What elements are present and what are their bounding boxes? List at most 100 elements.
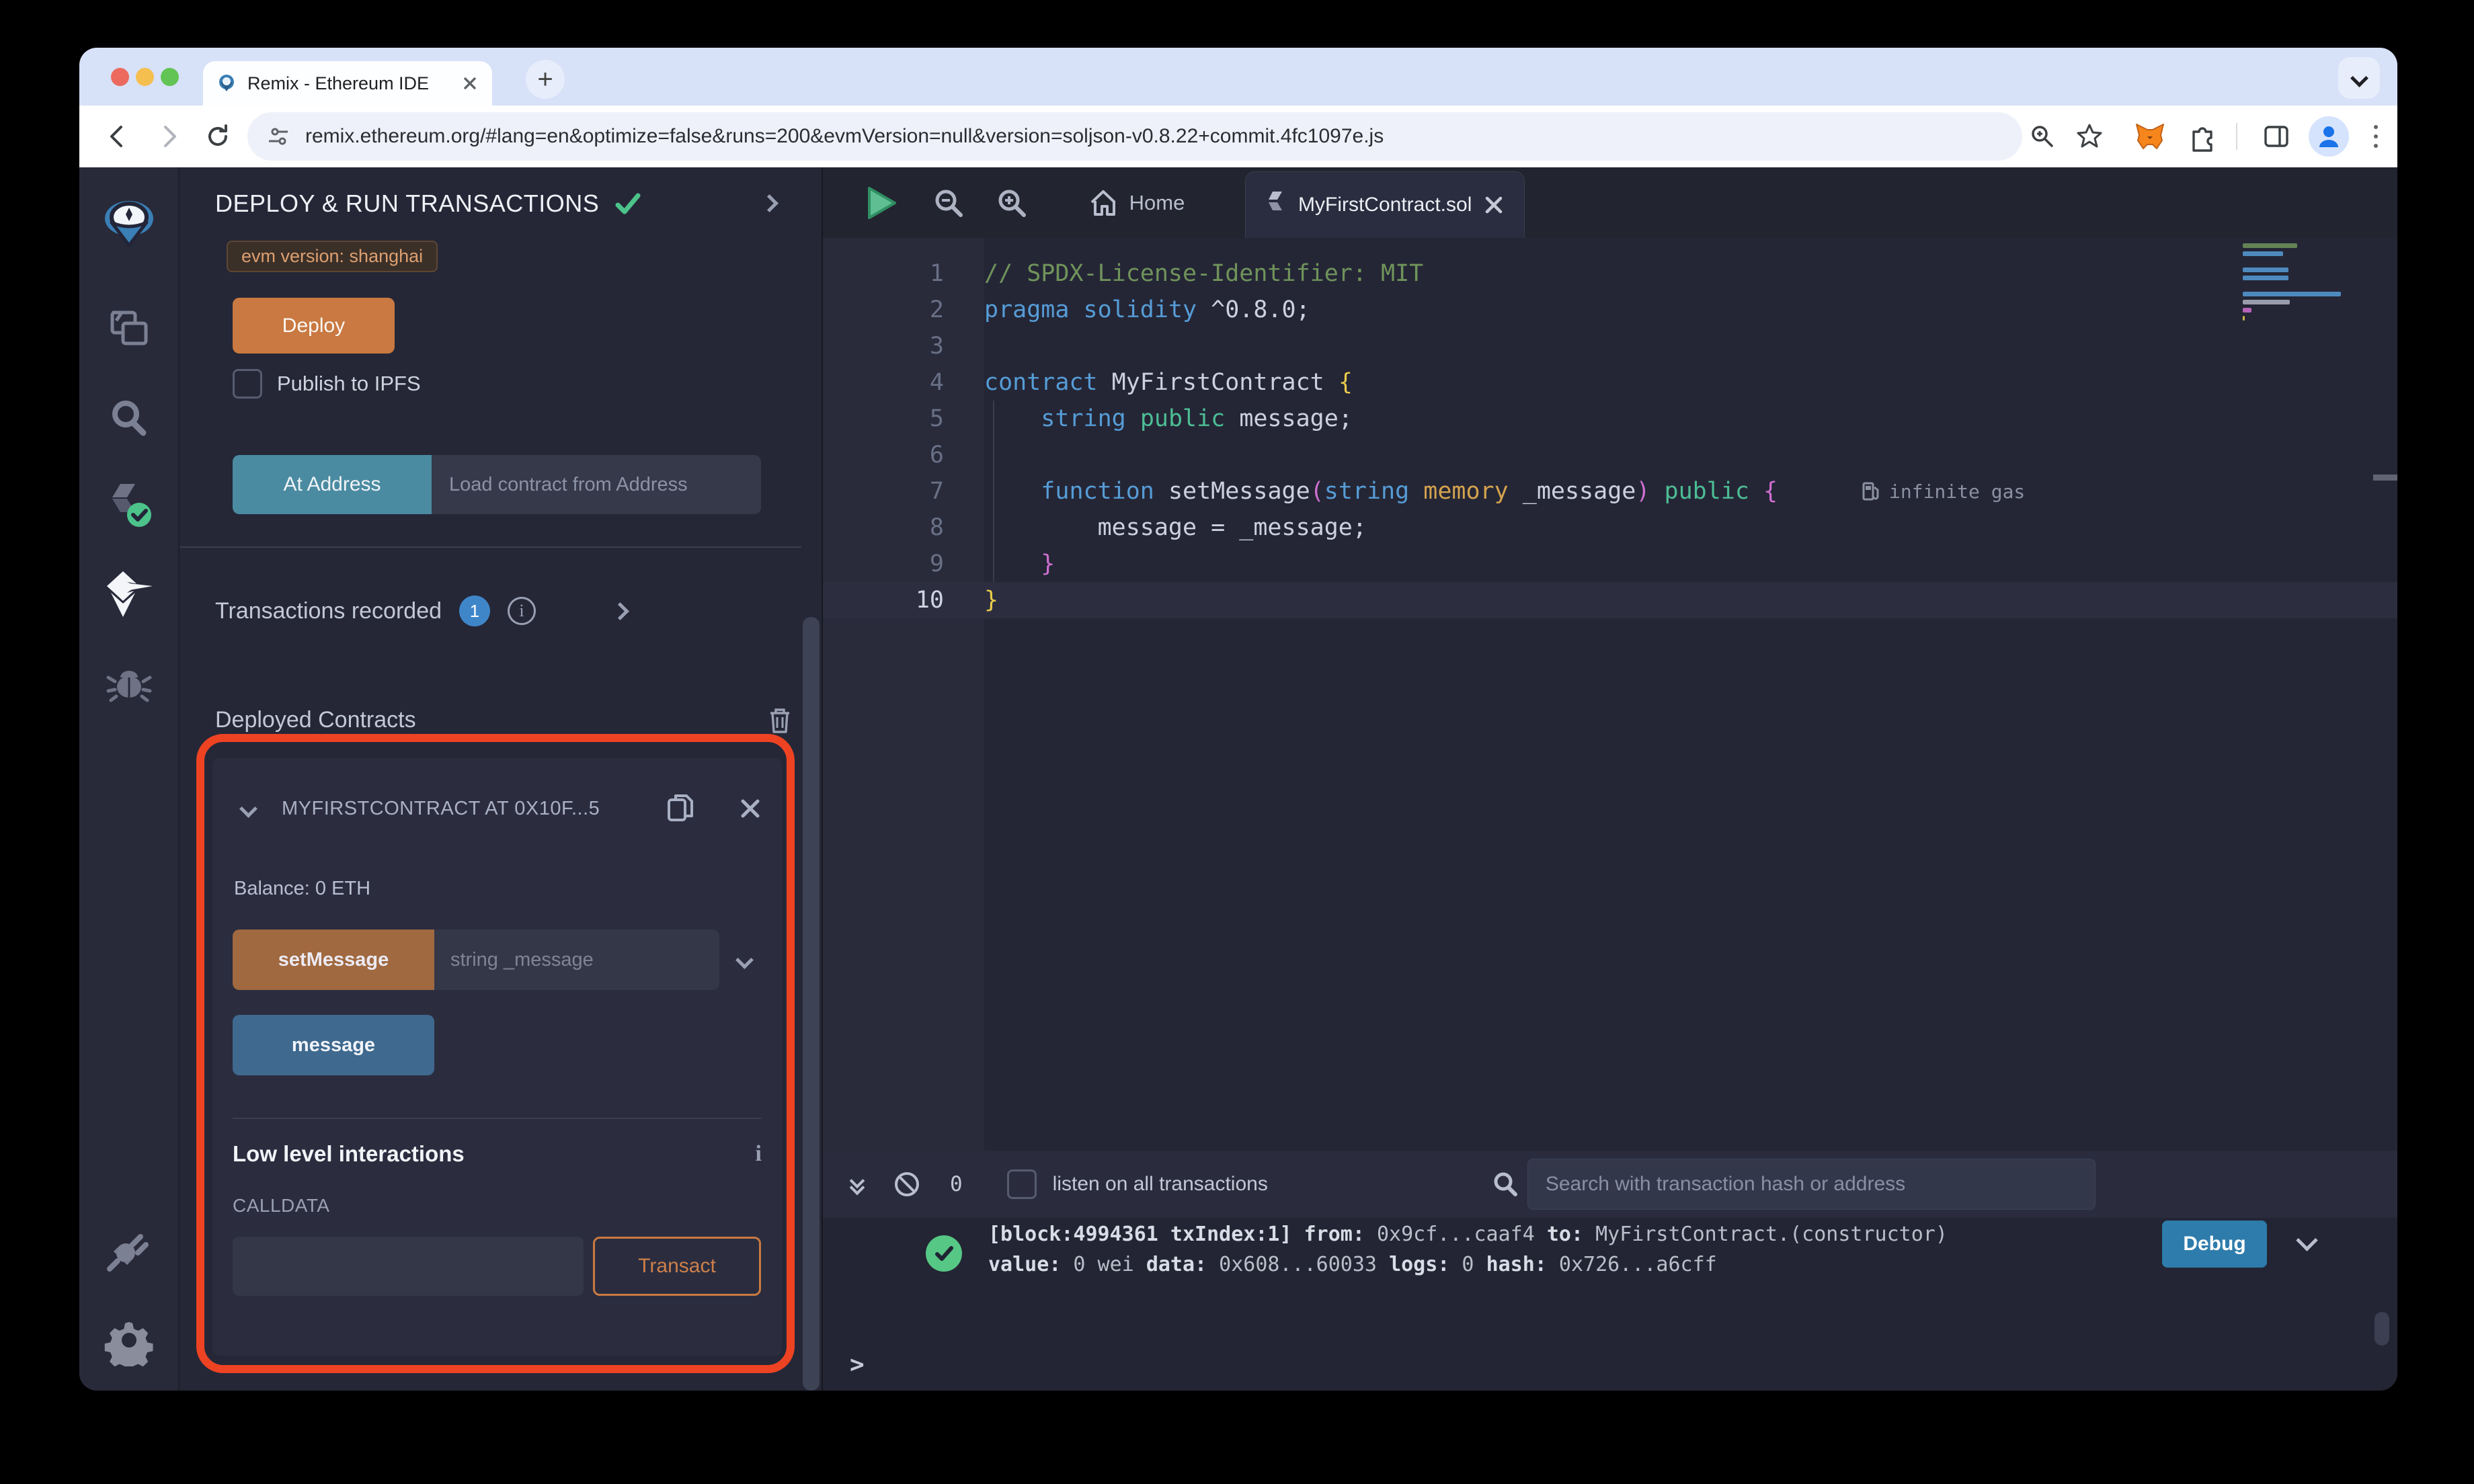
setmessage-arg-input[interactable] <box>434 930 719 990</box>
tab-file-close-icon[interactable] <box>1484 195 1504 215</box>
editor-scrollbar-thumb[interactable] <box>2373 475 2397 481</box>
contract-collapse-icon[interactable] <box>239 799 257 818</box>
transactions-info-icon[interactable]: i <box>508 597 536 625</box>
code-line[interactable]: 4 contract MyFirstContract { <box>823 364 2397 401</box>
solidity-compiler-icon[interactable] <box>79 470 178 544</box>
browser-toolbar: remix.ethereum.org/#lang=en&optimize=fal… <box>79 106 2397 167</box>
panel-divider <box>179 546 801 548</box>
collapse-terminal-icon[interactable] <box>849 1173 865 1196</box>
deploy-run-panel: DEPLOY & RUN TRANSACTIONS evm version: s… <box>179 167 822 1391</box>
code-line[interactable]: 2 pragma solidity ^0.8.0; <box>823 292 2397 328</box>
code-line[interactable]: 3 <box>823 328 2397 364</box>
close-window-button[interactable] <box>111 68 129 86</box>
at-address-button[interactable]: At Address <box>233 455 432 514</box>
tab-home-label: Home <box>1129 190 1185 214</box>
browser-tab[interactable]: Remix - Ethereum IDE <box>203 61 492 106</box>
code-line[interactable]: 5 string public message; <box>823 401 2397 437</box>
extensions-puzzle-icon[interactable] <box>2182 116 2223 157</box>
panel-title: DEPLOY & RUN TRANSACTIONS <box>215 190 600 217</box>
metamask-extension-icon[interactable] <box>2130 116 2170 157</box>
side-panel-icon[interactable] <box>2256 116 2297 157</box>
editor-area: Home MyFirstContract.sol 1// SPDX-Licens… <box>822 167 2397 1391</box>
search-icon[interactable] <box>79 382 178 456</box>
url-text: remix.ethereum.org/#lang=en&optimize=fal… <box>305 125 1384 147</box>
debugger-icon[interactable] <box>79 647 178 720</box>
card-divider <box>233 1118 762 1119</box>
panel-expand-icon[interactable] <box>760 194 779 212</box>
transact-button[interactable]: Transact <box>593 1237 761 1296</box>
listen-transactions-checkbox[interactable] <box>1006 1169 1037 1199</box>
code-line[interactable]: 1// SPDX-License-Identifier: MIT <box>823 255 2397 292</box>
remix-app: DEPLOY & RUN TRANSACTIONS evm version: s… <box>79 167 2397 1391</box>
back-icon[interactable] <box>99 118 137 155</box>
setmessage-function-button[interactable]: setMessage <box>233 930 434 990</box>
url-bar[interactable]: remix.ethereum.org/#lang=en&optimize=fal… <box>247 112 2022 161</box>
zoom-in-icon[interactable] <box>988 167 1035 238</box>
editor-tabbar: Home MyFirstContract.sol <box>823 167 2397 238</box>
code-line[interactable]: 6 <box>823 437 2397 473</box>
clear-contracts-trash-icon[interactable] <box>766 705 793 735</box>
code-editor[interactable]: 1// SPDX-License-Identifier: MIT 2 pragma … <box>823 238 2397 1151</box>
setmessage-expand-icon[interactable] <box>735 950 754 969</box>
site-settings-icon[interactable] <box>266 124 290 149</box>
copy-address-icon[interactable] <box>665 792 696 825</box>
tx-log-entry[interactable]: [block:4994361 txIndex:1] from: 0x9cf...… <box>988 1219 1948 1280</box>
clear-terminal-icon[interactable] <box>892 1169 922 1199</box>
code-line[interactable]: 9 } <box>823 546 2397 582</box>
settings-gear-icon[interactable] <box>79 1303 178 1377</box>
minimize-window-button[interactable] <box>136 68 154 86</box>
zoom-out-icon[interactable] <box>925 167 972 238</box>
terminal: 0 listen on all transactions [block:4994… <box>823 1151 2397 1391</box>
deploy-button[interactable]: Deploy <box>233 298 395 354</box>
tab-search-button[interactable] <box>2338 57 2380 99</box>
zoom-window-button[interactable] <box>161 68 179 86</box>
publish-ipfs-label: Publish to IPFS <box>277 372 421 395</box>
tx-expand-icon[interactable] <box>2296 1229 2318 1251</box>
deployed-contract-card: MYFIRSTCONTRACT AT 0X10F...5 Balance: 0 … <box>212 758 782 1356</box>
publish-ipfs-checkbox[interactable] <box>233 369 262 399</box>
terminal-scrollbar-thumb[interactable] <box>2375 1312 2389 1346</box>
tab-file-active[interactable]: MyFirstContract.sol <box>1245 171 1525 238</box>
remix-logo-icon[interactable] <box>79 187 178 261</box>
bookmark-star-icon[interactable] <box>2069 116 2110 157</box>
solidity-file-icon <box>1266 190 1286 220</box>
low-level-info-icon[interactable]: i <box>756 1141 762 1167</box>
new-tab-button[interactable]: + <box>526 60 565 99</box>
tab-home[interactable]: Home <box>1062 167 1210 238</box>
tab-close-icon[interactable] <box>461 75 479 92</box>
deploy-run-icon[interactable] <box>79 558 178 632</box>
browser-tabstrip: Remix - Ethereum IDE + <box>79 48 2397 106</box>
terminal-prompt[interactable]: > <box>850 1351 865 1378</box>
browser-menu-icon[interactable] <box>2356 116 2396 157</box>
plugin-manager-icon[interactable] <box>79 1212 178 1286</box>
at-address-input[interactable] <box>432 455 761 514</box>
transactions-recorded-label: Transactions recorded <box>215 597 442 624</box>
evm-version-badge: evm version: shanghai <box>227 241 438 272</box>
zoom-page-icon[interactable] <box>2022 116 2063 157</box>
terminal-log: [block:4994361 txIndex:1] from: 0x9cf...… <box>823 1218 2397 1391</box>
tx-success-check-icon <box>926 1235 962 1272</box>
browser-window: Remix - Ethereum IDE + remix.ethereum.or… <box>79 48 2397 1391</box>
code-line[interactable]: 10} <box>823 582 2397 618</box>
panel-scrollbar[interactable] <box>803 617 820 1391</box>
calldata-input[interactable] <box>233 1237 584 1296</box>
message-view-button[interactable]: message <box>233 1015 434 1075</box>
profile-avatar[interactable] <box>2309 116 2349 157</box>
transactions-expand-icon[interactable] <box>611 602 629 620</box>
remix-favicon <box>216 73 237 93</box>
terminal-toolbar: 0 listen on all transactions <box>823 1151 2397 1218</box>
terminal-count: 0 <box>950 1172 963 1196</box>
forward-icon[interactable] <box>149 118 187 155</box>
icon-sidebar <box>79 167 179 1391</box>
code-line[interactable]: 7 function setMessage(string memory _mes… <box>823 473 2397 509</box>
transactions-count-badge: 1 <box>459 595 491 626</box>
terminal-search-input[interactable] <box>1527 1159 2096 1210</box>
code-line[interactable]: 8 message = _message; <box>823 509 2397 546</box>
file-explorer-icon[interactable] <box>79 291 178 365</box>
editor-minimap[interactable] <box>2243 243 2348 324</box>
deployed-contracts-header: Deployed Contracts <box>215 706 416 733</box>
debug-button[interactable]: Debug <box>2162 1221 2267 1268</box>
run-script-icon[interactable] <box>858 167 905 238</box>
reload-icon[interactable] <box>199 118 237 155</box>
remove-contract-icon[interactable] <box>739 797 762 820</box>
